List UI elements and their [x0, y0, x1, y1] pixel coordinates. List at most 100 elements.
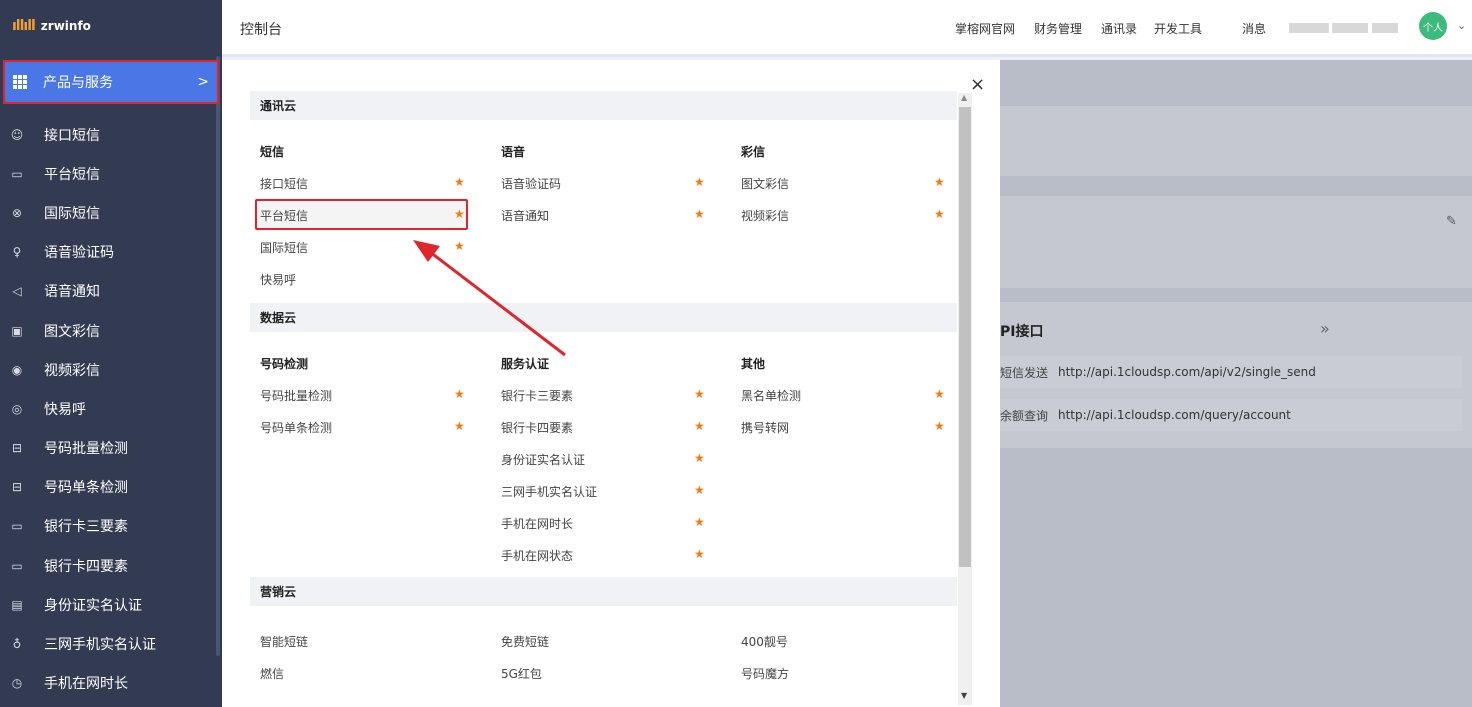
product-link[interactable]: 银行卡三要素 — [501, 387, 573, 404]
star-icon[interactable]: ★ — [454, 207, 465, 221]
sidebar-item-label: 平台短信 — [44, 166, 100, 183]
column-header: 短信 — [260, 145, 285, 159]
product-link[interactable]: 手机在网时长 — [501, 515, 573, 532]
product-link[interactable]: 国际短信 — [260, 239, 308, 256]
sidebar-item[interactable]: ♀ 语音验证码 — [0, 233, 214, 272]
scrollbar-thumb[interactable] — [959, 107, 971, 567]
image-icon: ▣ — [11, 323, 23, 338]
sidebar-item-label: 号码单条检测 — [44, 480, 128, 497]
sidebar-item-label: 手机在网时长 — [44, 676, 128, 693]
product-link[interactable]: 接口短信 — [260, 175, 308, 192]
product-link[interactable]: 视频彩信 — [741, 207, 789, 224]
card-icon: ▭ — [11, 519, 23, 534]
sidebar-item-label: 号码批量检测 — [44, 441, 128, 458]
sidebar-item[interactable]: ⊟ 号码批量检测 — [0, 429, 214, 468]
star-icon[interactable]: ★ — [694, 175, 705, 189]
play-circle-icon: ◉ — [11, 362, 23, 377]
sidebar-item-label: 语音通知 — [44, 284, 100, 301]
sidebar-item[interactable]: ◷ 手机在网时长 — [0, 664, 214, 703]
api-row-url: http://api.1cloudsp.com/query/account — [1058, 408, 1291, 422]
sidebar-item[interactable]: ◁ 语音通知 — [0, 272, 214, 311]
scroll-up-icon[interactable]: ▲ — [961, 93, 967, 102]
star-icon[interactable]: ★ — [934, 175, 945, 189]
sidebar-item-label: 视频彩信 — [44, 362, 100, 379]
star-icon[interactable]: ★ — [694, 387, 705, 401]
star-icon[interactable]: ★ — [694, 207, 705, 221]
sidebar: ıllıll zrwinfo 产品与服务 > ☺ 接口短信 ▭ 平台短信 ⊗ 国际短信 ♀ 语… — [0, 0, 222, 707]
message-square-icon: ▭ — [11, 166, 23, 181]
phone-circle-icon: ◎ — [11, 401, 23, 416]
product-link[interactable]: 免费短链 — [501, 633, 549, 650]
product-link[interactable]: 身份证实名认证 — [501, 451, 585, 468]
star-icon[interactable]: ★ — [454, 419, 465, 433]
speaker-icon: ◁ — [12, 284, 22, 299]
api-more-icon[interactable]: » — [1320, 319, 1330, 338]
modal-scrollbar[interactable]: ▲ ▼ — [958, 93, 972, 705]
product-link[interactable]: 银行卡四要素 — [501, 419, 573, 436]
star-icon[interactable]: ★ — [934, 419, 945, 433]
product-link[interactable]: 400靓号 — [741, 633, 788, 650]
nav-link-finance[interactable]: 财务管理 — [1034, 20, 1082, 37]
logo[interactable]: ıllıll zrwinfo — [0, 0, 222, 52]
star-icon[interactable]: ★ — [934, 207, 945, 221]
avatar[interactable]: 个人 — [1419, 12, 1447, 40]
section-header: 数据云 — [250, 303, 957, 332]
sidebar-item[interactable]: ▭ 银行卡四要素 — [0, 546, 214, 585]
sidebar-item[interactable]: ⊟ 号码单条检测 — [0, 468, 214, 507]
api-row: 短信发送 http://api.1cloudsp.com/api/v2/sing… — [990, 356, 1462, 388]
sidebar-item-label: 语音验证码 — [44, 245, 114, 262]
star-icon[interactable]: ★ — [694, 451, 705, 465]
sidebar-menu: ☺ 接口短信 ▭ 平台短信 ⊗ 国际短信 ♀ 语音验证码 ◁ 语音通知 ▣ 图文彩信 ◉ 视频彩信 ◎ 快易呼… — [0, 115, 214, 703]
sidebar-item[interactable]: ▭ 银行卡三要素 — [0, 507, 214, 546]
sidebar-item-label: 接口短信 — [44, 127, 100, 144]
api-row-label: 余额查询 — [1000, 408, 1049, 423]
sidebar-item[interactable]: ◉ 视频彩信 — [0, 350, 214, 389]
star-icon[interactable]: ★ — [694, 419, 705, 433]
nav-link-messages[interactable]: 消息 — [1242, 20, 1266, 37]
product-link[interactable]: 号码魔方 — [741, 665, 789, 682]
sidebar-item[interactable]: ▭ 平台短信 — [0, 154, 214, 193]
product-link[interactable]: 黑名单检测 — [741, 387, 801, 404]
sidebar-item[interactable]: ▤ 身份证实名认证 — [0, 585, 214, 624]
clock-icon: ◷ — [11, 676, 23, 691]
sidebar-item[interactable]: ♁ 三网手机实名认证 — [0, 624, 214, 663]
nav-link-dev-tools[interactable]: 开发工具 — [1154, 20, 1202, 37]
sidebar-item[interactable]: ◎ 快易呼 — [0, 389, 214, 428]
sidebar-item-label: 三网手机实名认证 — [44, 637, 156, 654]
bg-panel-top — [1000, 106, 1472, 176]
product-link[interactable]: 5G红包 — [501, 665, 542, 682]
product-link[interactable]: 号码单条检测 — [260, 419, 332, 436]
star-icon[interactable]: ★ — [454, 175, 465, 189]
nav-link-official-site[interactable]: 掌榕网官网 — [955, 20, 1015, 37]
column-header: 其他 — [741, 357, 766, 371]
product-link[interactable]: 语音通知 — [501, 207, 549, 224]
star-icon[interactable]: ★ — [694, 483, 705, 497]
product-link[interactable]: 图文彩信 — [741, 175, 789, 192]
chevron-down-icon[interactable]: ⌄ — [1457, 19, 1466, 32]
product-link[interactable]: 三网手机实名认证 — [501, 483, 597, 500]
sidebar-scrollbar[interactable] — [216, 56, 220, 656]
sidebar-item[interactable]: ☺ 接口短信 — [0, 115, 214, 154]
product-link[interactable]: 燃信 — [260, 665, 284, 682]
sidebar-item-products[interactable]: 产品与服务 > — [3, 60, 219, 104]
product-link[interactable]: 平台短信 — [260, 207, 308, 224]
star-icon[interactable]: ★ — [454, 239, 465, 253]
edit-icon[interactable]: ✎ — [1446, 214, 1457, 229]
star-icon[interactable]: ★ — [694, 515, 705, 529]
section-header: 营销云 — [250, 577, 957, 606]
close-icon[interactable]: × — [970, 74, 985, 95]
star-icon[interactable]: ★ — [454, 387, 465, 401]
product-link[interactable]: 号码批量检测 — [260, 387, 332, 404]
product-link[interactable]: 智能短链 — [260, 633, 308, 650]
product-link[interactable]: 快易呼 — [260, 271, 296, 288]
sidebar-item[interactable]: ▣ 图文彩信 — [0, 311, 214, 350]
star-icon[interactable]: ★ — [694, 547, 705, 561]
logo-mark-icon: ıllıll — [12, 18, 36, 34]
sidebar-item[interactable]: ⊗ 国际短信 — [0, 193, 214, 232]
product-link[interactable]: 手机在网状态 — [501, 547, 573, 564]
star-icon[interactable]: ★ — [934, 387, 945, 401]
product-link[interactable]: 携号转网 — [741, 419, 789, 436]
product-link[interactable]: 语音验证码 — [501, 175, 561, 192]
nav-link-contacts[interactable]: 通讯录 — [1101, 20, 1137, 37]
scroll-down-icon[interactable]: ▼ — [961, 691, 967, 700]
